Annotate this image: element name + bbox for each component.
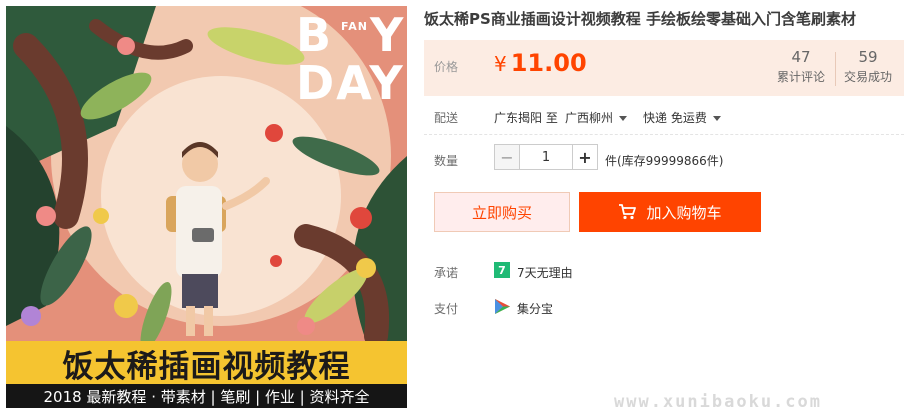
quantity-decrease-button[interactable]: − xyxy=(494,144,520,170)
chevron-down-icon xyxy=(619,116,628,121)
reviews-count: 47 xyxy=(791,48,811,66)
quantity-label: 数量 xyxy=(434,154,459,168)
jifenbao-icon xyxy=(495,299,510,314)
currency-symbol: ¥ xyxy=(494,52,507,76)
sales-stat: 59 交易成功 xyxy=(836,48,900,85)
illustration-day-text: DAY xyxy=(296,56,405,110)
image-banner: 饭太稀插画视频教程 xyxy=(6,341,407,386)
payment-text: 集分宝 xyxy=(517,302,554,316)
quantity-input[interactable]: 1 xyxy=(520,144,572,170)
add-to-cart-label: 加入购物车 xyxy=(646,203,722,222)
promise-label: 承诺 xyxy=(434,266,459,280)
shipping-method: 快递 免运费 xyxy=(643,111,707,125)
price-value: ¥11.00 xyxy=(494,49,587,77)
divider xyxy=(424,134,904,135)
payment-label: 支付 xyxy=(434,302,459,316)
watermark: www.xunibaoku.com xyxy=(614,392,822,412)
reviews-stat[interactable]: 47 累计评论 xyxy=(769,48,833,85)
sales-label: 交易成功 xyxy=(843,70,892,84)
price-amount: 11.00 xyxy=(510,49,587,77)
image-subbanner: 2018 最新教程 · 带素材 | 笔刷 | 作业 | 资料齐全 xyxy=(6,384,407,408)
product-title: 饭太稀PS商业插画设计视频教程 手绘板绘零基础入门含笔刷素材 xyxy=(424,10,857,28)
reviews-label: 累计评论 xyxy=(776,70,825,84)
image-banner-title: 饭太稀插画视频教程 xyxy=(62,349,351,385)
price-label: 价格 xyxy=(434,60,459,74)
buy-now-label: 立即购买 xyxy=(471,203,532,222)
delivery-label: 配送 xyxy=(434,111,459,125)
promise-text[interactable]: 7天无理由 xyxy=(517,264,573,281)
illustration-fan-text: FAN xyxy=(341,20,368,33)
stock-text: 件(库存99999866件) xyxy=(605,154,724,168)
add-to-cart-button[interactable]: 加入购物车 xyxy=(579,192,761,232)
chevron-down-icon xyxy=(712,116,721,121)
buy-now-button[interactable]: 立即购买 xyxy=(434,192,570,232)
illustration-letter-b: B xyxy=(296,8,332,62)
delivery-from: 广东揭阳 至 xyxy=(494,111,558,125)
product-image[interactable]: B FAN Y DAY 饭太稀插画视频教程 2018 最新教程 · 带素材 | … xyxy=(6,6,407,408)
image-banner-subtitle: 2018 最新教程 · 带素材 | 笔刷 | 作业 | 资料齐全 xyxy=(43,387,370,406)
delivery-to-select[interactable]: 广西柳州 xyxy=(565,109,628,126)
price-panel: 价格 ¥11.00 47 累计评论 59 交易成功 xyxy=(424,40,904,96)
shipping-select[interactable]: 快递 免运费 xyxy=(643,109,721,126)
quantity-stepper: − 1 + xyxy=(494,144,598,170)
sales-count: 59 xyxy=(858,48,878,66)
seven-day-return-icon: 7 xyxy=(494,262,510,278)
delivery-to: 广西柳州 xyxy=(565,111,614,125)
quantity-increase-button[interactable]: + xyxy=(572,144,598,170)
illustration-letter-y: Y xyxy=(370,8,404,62)
cart-icon xyxy=(618,204,637,220)
